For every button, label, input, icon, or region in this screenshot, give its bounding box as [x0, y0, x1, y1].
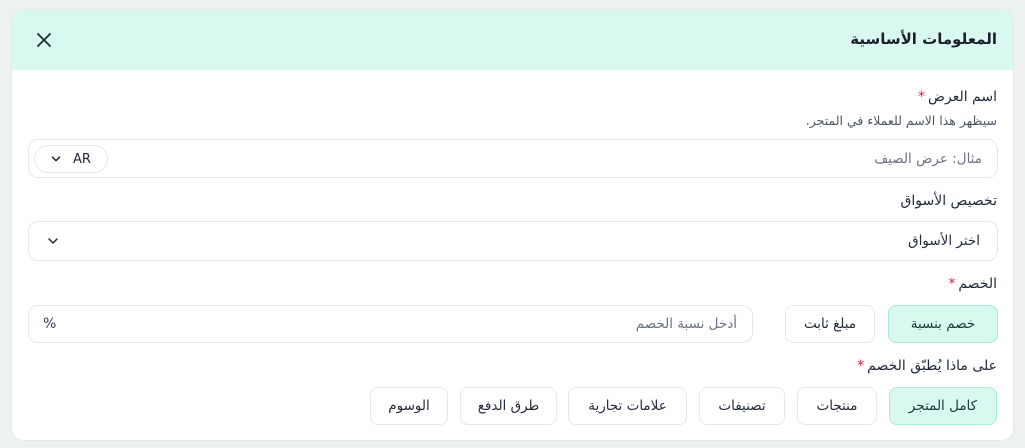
discount-value-input[interactable]: أدخل نسبة الخصم %	[28, 305, 753, 343]
basic-info-card: المعلومات الأساسية اسم العرض* سيظهر هذا …	[11, 9, 1014, 441]
applies-to-whole-store-button[interactable]: كامل المتجر	[889, 387, 997, 425]
applies-to-tags-button[interactable]: الوسوم	[370, 387, 448, 425]
offer-name-placeholder: مثال: عرض الصيف	[874, 151, 982, 167]
language-value: AR	[73, 151, 91, 167]
markets-selected-value: اختر الأسواق	[908, 233, 980, 249]
applies-to-brands-button[interactable]: علامات تجارية	[568, 387, 687, 425]
chevron-down-icon	[51, 156, 61, 162]
discount-type-percentage-button[interactable]: خصم بنسبة	[888, 305, 998, 343]
offer-name-label: اسم العرض*	[918, 89, 997, 105]
card-title: المعلومات الأساسية	[850, 30, 997, 48]
applies-to-products-button[interactable]: منتجات	[797, 387, 877, 425]
close-icon	[37, 33, 51, 47]
required-mark: *	[918, 89, 926, 105]
card-header: المعلومات الأساسية	[12, 10, 1013, 70]
required-mark: *	[948, 276, 956, 292]
markets-select[interactable]: اختر الأسواق	[28, 221, 998, 261]
applies-to-label: على ماذا يُطبّق الخصم*	[857, 358, 997, 374]
close-button[interactable]	[34, 30, 54, 50]
discount-label: الخصم*	[948, 276, 997, 292]
discount-value-placeholder: أدخل نسبة الخصم	[635, 316, 737, 332]
chevron-down-icon	[48, 238, 58, 244]
offer-name-hint: سيظهر هذا الاسم للعملاء في المتجر.	[805, 113, 997, 128]
language-select[interactable]: AR	[34, 145, 108, 173]
discount-label-text: الخصم	[958, 276, 997, 292]
applies-to-categories-button[interactable]: تصنيفات	[699, 387, 785, 425]
required-mark: *	[857, 358, 865, 374]
markets-label: تخصيص الأسواق	[900, 193, 998, 209]
discount-type-fixed-button[interactable]: مبلغ ثابت	[785, 305, 875, 343]
percent-unit: %	[43, 316, 57, 332]
applies-to-label-text: على ماذا يُطبّق الخصم	[867, 358, 997, 374]
offer-name-input[interactable]: مثال: عرض الصيف AR	[28, 139, 998, 178]
applies-to-payment-methods-button[interactable]: طرق الدفع	[460, 387, 557, 425]
offer-name-label-text: اسم العرض	[928, 89, 997, 105]
